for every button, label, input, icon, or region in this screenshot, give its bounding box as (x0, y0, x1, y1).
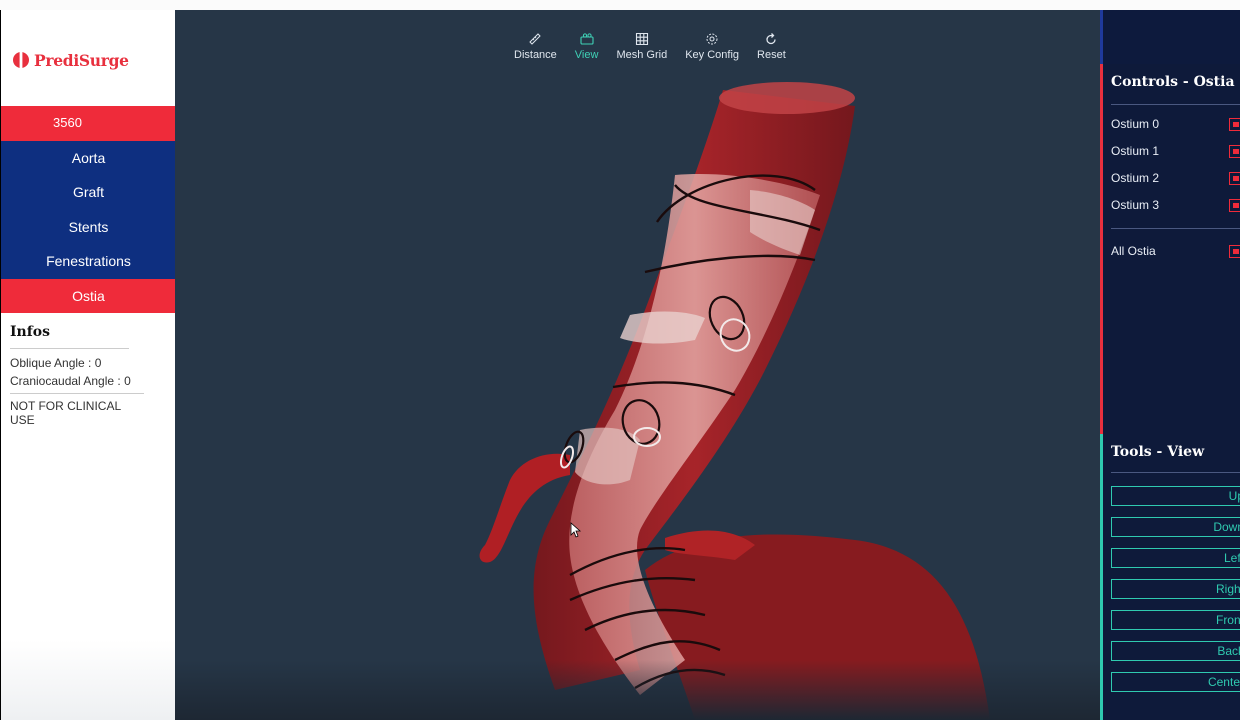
sidebar-item-ostia[interactable]: Ostia (1, 278, 176, 313)
oblique-angle-readout: Oblique Angle : 0 (10, 356, 102, 370)
tool-key-config[interactable]: Key Config (676, 32, 748, 61)
infos-panel: Infos Oblique Angle : 0 Craniocaudal Ang… (10, 324, 144, 427)
ostium-3-label: Ostium 3 (1111, 198, 1160, 212)
view-down-button[interactable]: Down (1111, 517, 1240, 537)
right-panel-header (1100, 10, 1240, 64)
aorta-3d-model[interactable] (175, 10, 1100, 720)
tool-distance-label: Distance (514, 49, 557, 61)
sidebar-item-graft[interactable]: Graft (1, 175, 176, 210)
tool-view[interactable]: View (566, 32, 608, 61)
viewer-bottom-shade (175, 660, 1100, 720)
sidebar-nav: 3560 Aorta Graft Stents Fenestrations Os… (1, 106, 176, 313)
ostium-3-row[interactable]: Ostium 3 (1111, 198, 1240, 212)
ostium-0-checkbox[interactable] (1229, 118, 1240, 131)
view-center-button[interactable]: Center (1111, 672, 1240, 692)
view-front-button[interactable]: Front (1111, 610, 1240, 630)
ostia-divider (1111, 228, 1240, 229)
ostium-1-checkbox[interactable] (1229, 145, 1240, 158)
ostium-2-checkbox[interactable] (1229, 172, 1240, 185)
controls-title: Controls - Ostia (1111, 74, 1235, 90)
ostium-1-label: Ostium 1 (1111, 144, 1160, 158)
ostium-2-row[interactable]: Ostium 2 (1111, 171, 1240, 185)
sidebar-item-fenestrations[interactable]: Fenestrations (1, 244, 176, 279)
reset-icon (766, 33, 777, 45)
ostium-0-label: Ostium 0 (1111, 117, 1160, 131)
tool-key-config-label: Key Config (685, 49, 740, 61)
brand-logo: PrediSurge (12, 50, 129, 70)
tool-view-label: View (574, 49, 599, 61)
all-ostia-label: All Ostia (1111, 244, 1156, 258)
tool-mesh-grid[interactable]: Mesh Grid (607, 32, 676, 61)
ruler-icon (529, 33, 542, 45)
brand-name: PrediSurge (34, 50, 129, 70)
tool-distance[interactable]: Distance (505, 32, 566, 61)
viewer-toolbar: Distance View Mesh Grid Key Config Reset (505, 32, 795, 61)
tool-mesh-grid-label: Mesh Grid (616, 49, 668, 61)
gear-icon (706, 33, 718, 45)
sidebar-bottom-fade (1, 640, 176, 720)
tool-reset-label: Reset (757, 49, 786, 61)
3d-viewport[interactable]: Distance View Mesh Grid Key Config Reset (175, 10, 1100, 720)
infos-title: Infos (10, 324, 129, 349)
controls-divider (1111, 104, 1240, 105)
ostium-3-checkbox[interactable] (1229, 199, 1240, 212)
right-panel: Controls - Ostia Ostium 0 Ostium 1 Ostiu… (1100, 10, 1240, 720)
tools-view-panel: Tools - View Up Down Left Right Front Ba… (1100, 434, 1240, 720)
controls-panel: Controls - Ostia Ostium 0 Ostium 1 Ostiu… (1100, 64, 1240, 434)
view-back-button[interactable]: Back (1111, 641, 1240, 661)
tool-reset[interactable]: Reset (748, 32, 795, 61)
view-right-button[interactable]: Right (1111, 579, 1240, 599)
craniocaudal-angle-readout: Craniocaudal Angle : 0 (10, 374, 131, 388)
all-ostia-row[interactable]: All Ostia (1111, 244, 1240, 258)
ostium-0-row[interactable]: Ostium 0 (1111, 117, 1240, 131)
tools-divider (1111, 472, 1240, 473)
ostium-1-row[interactable]: Ostium 1 (1111, 144, 1240, 158)
view-up-button[interactable]: Up (1111, 486, 1240, 506)
sidebar-item-stents[interactable]: Stents (1, 209, 176, 244)
all-ostia-checkbox[interactable] (1229, 245, 1240, 258)
view-left-button[interactable]: Left (1111, 548, 1240, 568)
ostium-2-label: Ostium 2 (1111, 171, 1160, 185)
brand-logo-icon (13, 52, 29, 68)
camera-icon (580, 33, 594, 45)
tools-title: Tools - View (1111, 444, 1205, 460)
window-top-strip (0, 0, 1240, 10)
case-id-item[interactable]: 3560 (1, 106, 176, 141)
sidebar-item-aorta[interactable]: Aorta (1, 140, 176, 175)
grid-icon (635, 32, 648, 46)
infos-divider (10, 393, 144, 394)
left-sidebar: PrediSurge 3560 Aorta Graft Stents Fenes… (0, 10, 176, 720)
clinical-disclaimer: NOT FOR CLINICAL USE (10, 399, 121, 427)
